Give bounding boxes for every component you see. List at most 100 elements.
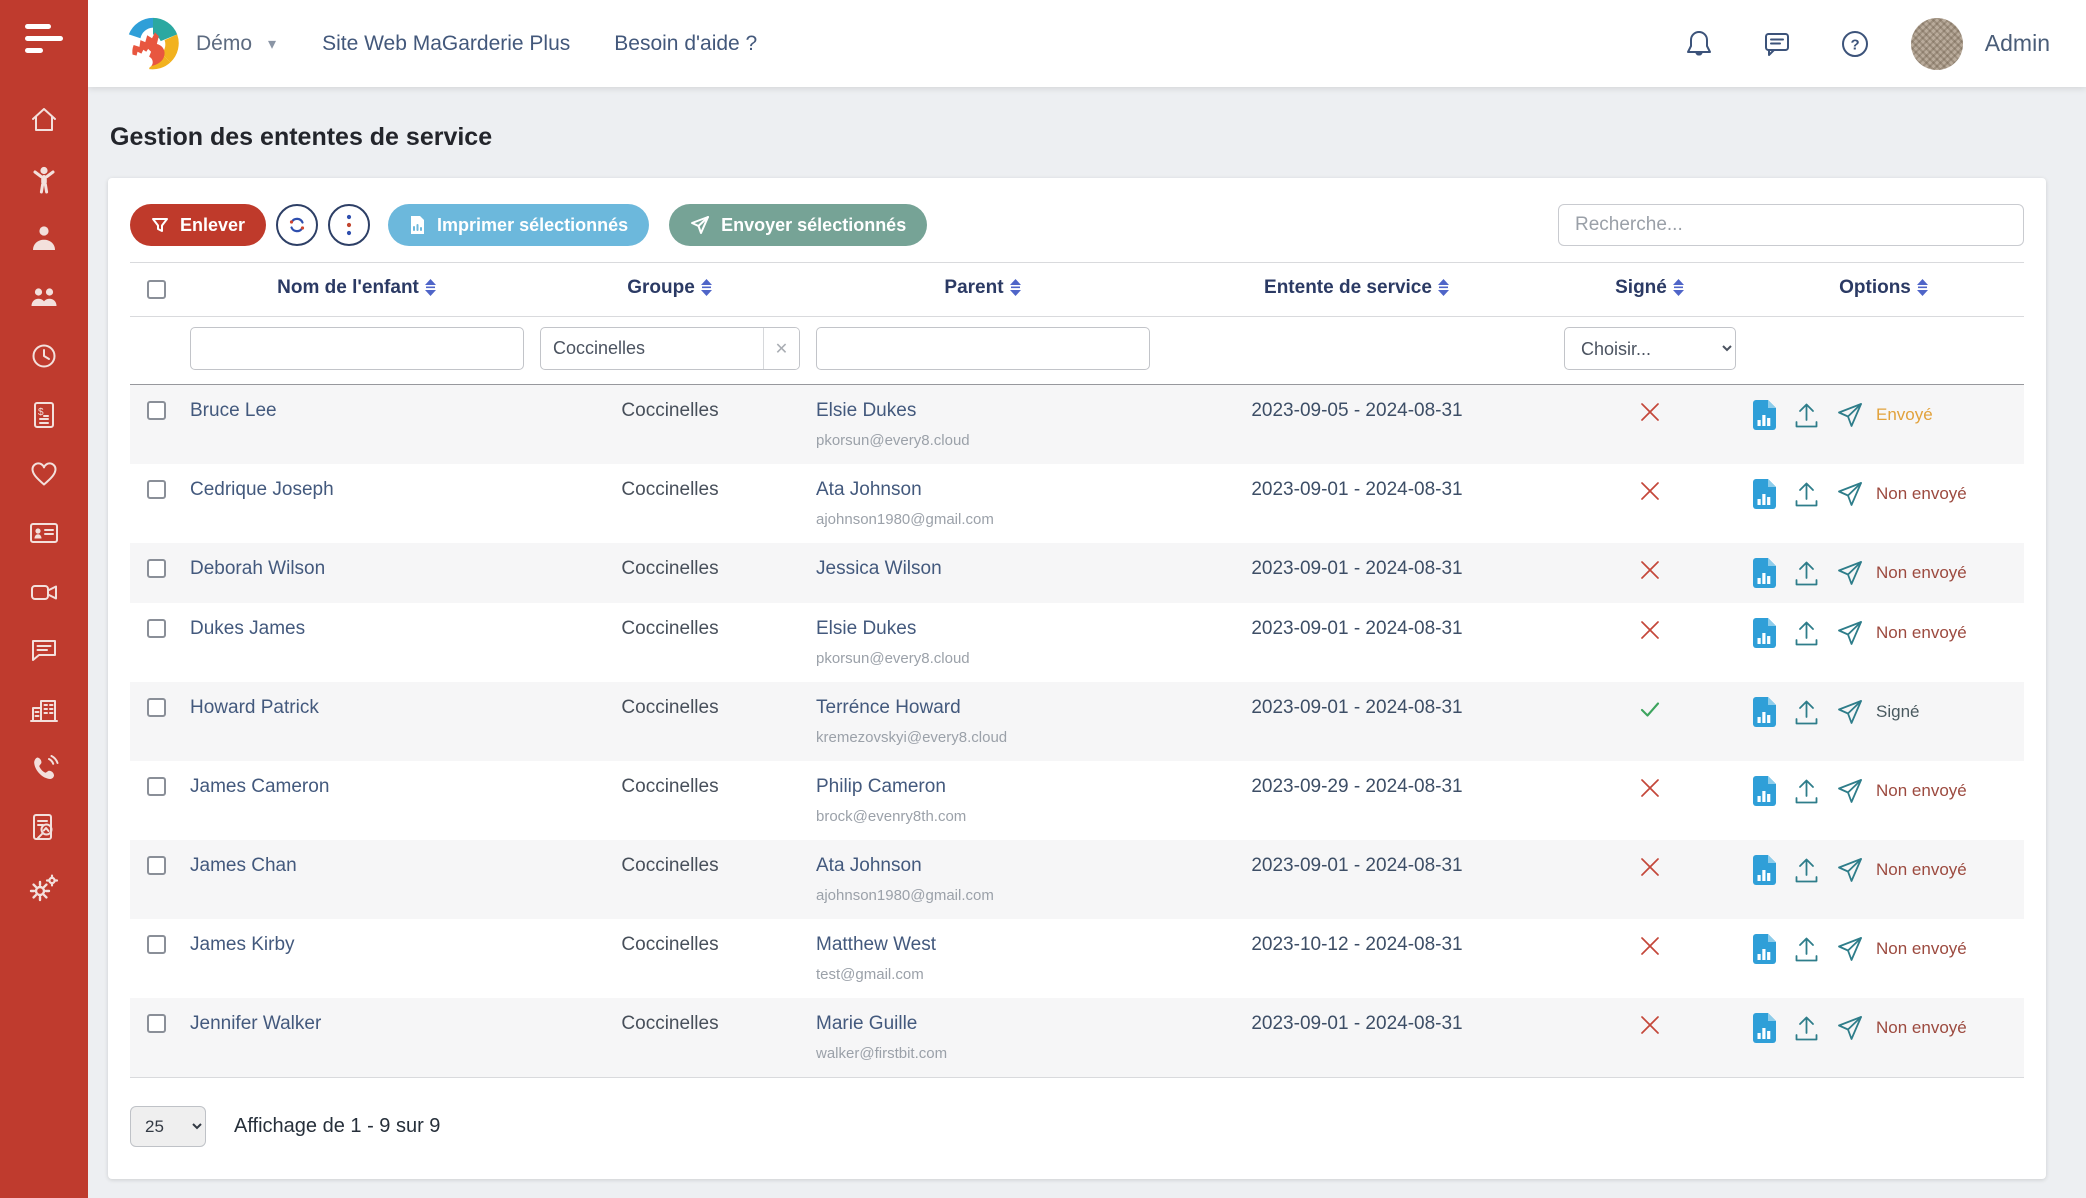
child-name[interactable]: Deborah Wilson [182,543,532,603]
bell-icon[interactable] [1683,28,1715,60]
reports-icon[interactable] [27,811,61,845]
row-checkbox[interactable] [147,856,166,875]
upload-icon[interactable] [1793,698,1820,726]
video-icon[interactable] [27,575,61,609]
billing-icon[interactable]: $ [27,398,61,432]
send-status-icon[interactable] [1836,856,1864,884]
id-card-icon[interactable] [27,516,61,550]
settings-icon[interactable] [27,870,61,904]
report-file-icon[interactable] [1752,855,1777,885]
agreement-period: 2023-09-01 - 2024-08-31 [1158,840,1556,919]
col-group[interactable]: Groupe [532,263,808,317]
table-body: Bruce Lee Coccinelles Elsie Dukes pkorsu… [130,385,2024,1078]
page-size-select[interactable]: 25 [130,1106,206,1147]
send-status-icon[interactable] [1836,480,1864,508]
row-checkbox[interactable] [147,777,166,796]
parents-icon[interactable] [27,280,61,314]
child-name[interactable]: Howard Patrick [182,682,532,761]
row-checkbox[interactable] [147,1014,166,1033]
child-name[interactable]: Dukes James [182,603,532,682]
educator-icon[interactable] [27,221,61,255]
child-name[interactable]: James Kirby [182,919,532,998]
filter-parent-input[interactable] [816,327,1150,370]
report-file-icon[interactable] [1752,1013,1777,1043]
messages-icon[interactable] [27,634,61,668]
send-status-icon[interactable] [1836,1014,1864,1042]
col-signed[interactable]: Signé [1556,263,1744,317]
link-help[interactable]: Besoin d'aide ? [614,32,757,56]
establishment-icon[interactable] [27,693,61,727]
send-status-icon[interactable] [1836,777,1864,805]
user-name: Admin [1985,30,2050,57]
parent-name: Terrénce Howard [816,697,1150,719]
send-selected-button[interactable]: Envoyer sélectionnés [669,204,927,246]
sidebar: $ [0,0,88,1198]
upload-icon[interactable] [1793,856,1820,884]
clear-filter-icon[interactable]: ✕ [763,328,799,369]
health-icon[interactable] [27,457,61,491]
remove-filter-button[interactable]: Enlever [130,204,266,246]
send-status-icon[interactable] [1836,401,1864,429]
account-switcher[interactable]: Démo ▾ [124,15,276,73]
child-name[interactable]: Jennifer Walker [182,998,532,1078]
col-parent[interactable]: Parent [808,263,1158,317]
link-site-web[interactable]: Site Web MaGarderie Plus [322,32,570,56]
menu-icon[interactable] [25,24,63,53]
upload-icon[interactable] [1793,777,1820,805]
row-checkbox[interactable] [147,559,166,578]
report-file-icon[interactable] [1752,400,1777,430]
report-file-icon[interactable] [1752,934,1777,964]
not-signed-icon [1638,863,1662,884]
send-status-icon[interactable] [1836,619,1864,647]
row-checkbox[interactable] [147,619,166,638]
group-name: Coccinelles [532,603,808,682]
upload-icon[interactable] [1793,480,1820,508]
report-file-icon[interactable] [1752,697,1777,727]
child-name[interactable]: James Cameron [182,761,532,840]
upload-icon[interactable] [1793,1014,1820,1042]
upload-icon[interactable] [1793,619,1820,647]
row-checkbox[interactable] [147,480,166,499]
send-status-icon[interactable] [1836,935,1864,963]
send-status-icon[interactable] [1836,698,1864,726]
home-icon[interactable] [27,103,61,137]
upload-icon[interactable] [1793,401,1820,429]
parent-name: Ata Johnson [816,479,1150,501]
help-icon[interactable]: ? [1839,28,1871,60]
print-selected-button[interactable]: Imprimer sélectionnés [388,204,649,246]
avatar[interactable] [1911,18,1963,70]
filter-child-name-input[interactable] [190,327,524,370]
row-checkbox[interactable] [147,401,166,420]
group-name: Coccinelles [532,464,808,543]
col-options[interactable]: Options [1744,263,2024,317]
phone-icon[interactable] [27,752,61,786]
sort-icon [1916,279,1929,302]
child-name[interactable]: Bruce Lee [182,385,532,465]
report-file-icon[interactable] [1752,618,1777,648]
send-status-label: Signé [1876,702,1919,722]
send-status-label: Non envoyé [1876,623,1967,643]
schedule-icon[interactable] [27,339,61,373]
upload-icon[interactable] [1793,935,1820,963]
messages-icon[interactable] [1761,28,1793,60]
child-name[interactable]: Cedrique Joseph [182,464,532,543]
child-icon[interactable] [27,162,61,196]
child-name[interactable]: James Chan [182,840,532,919]
row-checkbox[interactable] [147,935,166,954]
report-file-icon[interactable] [1752,479,1777,509]
send-status-icon[interactable] [1836,559,1864,587]
report-file-icon[interactable] [1752,558,1777,588]
select-all-checkbox[interactable] [147,280,166,299]
report-file-icon[interactable] [1752,776,1777,806]
more-options-button[interactable] [328,204,370,246]
not-signed-icon [1638,784,1662,805]
group-name: Coccinelles [532,385,808,465]
upload-icon[interactable] [1793,559,1820,587]
col-child-name[interactable]: Nom de l'enfant [182,263,532,317]
filter-signed-select[interactable]: Choisir... [1564,327,1736,370]
search-input[interactable] [1558,204,2024,246]
col-agreement[interactable]: Entente de service [1158,263,1556,317]
row-checkbox[interactable] [147,698,166,717]
refresh-button[interactable] [276,204,318,246]
send-status-label: Non envoyé [1876,484,1967,504]
